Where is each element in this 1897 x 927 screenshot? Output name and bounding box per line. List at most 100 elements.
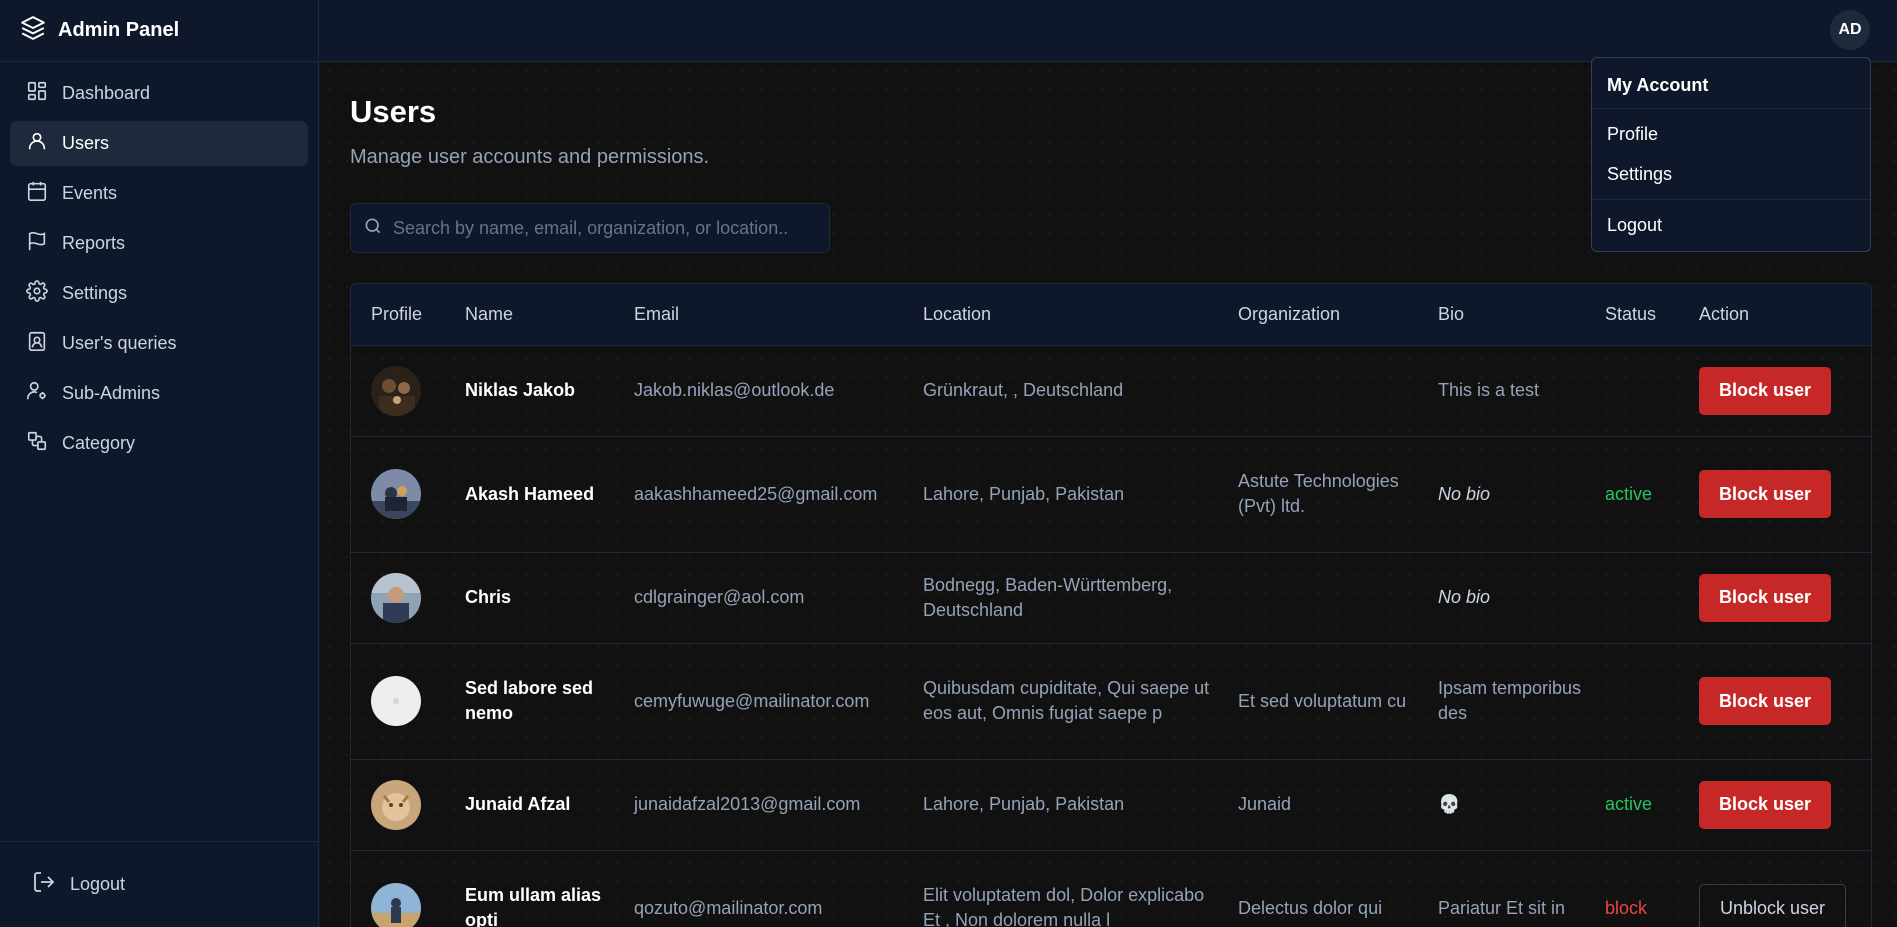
account-avatar-button[interactable]: AD xyxy=(1830,10,1870,50)
sidebar-item-label: Events xyxy=(62,183,118,203)
dropdown-header: My Account xyxy=(1592,58,1870,109)
user-organization: Junaid xyxy=(1238,794,1292,814)
sidebar-item-users[interactable]: Users xyxy=(10,121,308,166)
user-organization: Delectus dolor qui xyxy=(1238,897,1383,918)
user-organization xyxy=(1218,345,1418,436)
column-header-bio: Bio xyxy=(1438,303,1465,324)
sidebar-item-label: User's queries xyxy=(62,333,177,353)
action-cell: Block user xyxy=(1679,552,1871,643)
user-location: Quibusdam cupiditate, Qui saepe ut eos a… xyxy=(923,678,1210,723)
user-bio: Ipsam temporibus des xyxy=(1438,678,1582,723)
sidebar-item-label: Category xyxy=(62,433,136,453)
user-location: Bodnegg, Baden-Württemberg, Deutschland xyxy=(923,574,1173,620)
column-header-action: Action xyxy=(1699,303,1750,324)
menu-item-logout[interactable]: Logout xyxy=(1592,200,1870,250)
page-subtitle: Manage user accounts and permissions. xyxy=(350,146,710,168)
gear-icon xyxy=(26,280,48,307)
column-header-organization: Organization xyxy=(1238,303,1341,324)
user-bio: This is a test xyxy=(1438,380,1540,400)
user-bio: No bio xyxy=(1438,587,1491,607)
user-status: active xyxy=(1605,483,1653,504)
block-user-button[interactable]: Block user xyxy=(1699,366,1832,415)
contact-icon xyxy=(26,330,48,357)
sidebar-item-label: Settings xyxy=(62,283,128,303)
user-email: Jakob.niklas@outlook.de xyxy=(634,380,835,400)
sidebar-item-user-queries[interactable]: User's queries xyxy=(10,321,308,366)
block-user-button[interactable]: Block user xyxy=(1699,470,1832,518)
sidebar-item-category[interactable]: Category xyxy=(10,421,308,466)
brand[interactable]: Admin Panel xyxy=(0,0,318,62)
avatar[interactable] xyxy=(371,779,421,830)
user-cog-icon xyxy=(26,380,48,407)
topbar: AD xyxy=(320,0,1897,62)
flag-icon xyxy=(26,230,48,257)
action-cell: Block user xyxy=(1679,345,1871,436)
user-icon xyxy=(26,130,48,157)
avatar[interactable] xyxy=(371,365,421,416)
sidebar-item-reports[interactable]: Reports xyxy=(10,221,308,266)
block-user-button[interactable]: Block user xyxy=(1699,780,1832,829)
action-cell: Block user xyxy=(1679,643,1871,759)
user-email: aakashhameed25@gmail.com xyxy=(634,483,878,504)
sidebar-item-settings[interactable]: Settings xyxy=(10,271,308,316)
menu-item-settings[interactable]: Settings xyxy=(1592,154,1870,194)
user-name: Eum ullam alias opti xyxy=(465,885,602,927)
profile-cell xyxy=(351,643,445,759)
sidebar-item-events[interactable]: Events xyxy=(10,171,308,216)
user-email: qozuto@mailinator.com xyxy=(634,897,823,918)
sidebar-item-label: Reports xyxy=(62,233,126,253)
sidebar-item-label: Sub-Admins xyxy=(62,383,161,403)
user-name: Chris xyxy=(465,587,512,607)
menu-item-profile[interactable]: Profile xyxy=(1592,114,1870,154)
user-status: block xyxy=(1605,897,1648,918)
user-bio: Pariatur Et sit in xyxy=(1438,897,1566,918)
user-status xyxy=(1585,552,1679,643)
column-header-status: Status xyxy=(1605,303,1657,324)
user-status xyxy=(1585,345,1679,436)
user-organization: Et sed voluptatum cu xyxy=(1238,690,1407,711)
layers-icon xyxy=(20,15,46,46)
search-input[interactable] xyxy=(393,217,823,239)
sidebar-footer: Logout xyxy=(0,841,318,927)
action-cell: Unblock user xyxy=(1679,850,1871,927)
avatar[interactable] xyxy=(371,469,421,519)
users-table: Profile Name Email Location Organization… xyxy=(350,283,1872,927)
sidebar-item-label: Dashboard xyxy=(62,83,151,103)
table-header-row: Profile Name Email Location Organization… xyxy=(351,284,1871,345)
user-location: Elit voluptatem dol, Dolor explicabo Et … xyxy=(923,885,1205,927)
logout-label: Logout xyxy=(70,874,126,894)
user-status xyxy=(1585,643,1679,759)
sidebar-item-sub-admins[interactable]: Sub-Admins xyxy=(10,371,308,416)
profile-cell xyxy=(351,552,445,643)
user-name: Sed labore sed nemo xyxy=(465,678,594,723)
brand-title: Admin Panel xyxy=(58,19,180,41)
sidebar-logout-button[interactable]: Logout xyxy=(32,870,125,899)
avatar[interactable] xyxy=(371,572,421,623)
sidebar-item-dashboard[interactable]: Dashboard xyxy=(10,71,308,116)
user-location: Lahore, Punjab, Pakistan xyxy=(923,794,1125,814)
column-header-profile: Profile xyxy=(371,303,423,324)
block-user-button[interactable]: Block user xyxy=(1699,677,1832,725)
user-name: Junaid Afzal xyxy=(465,794,571,814)
avatar[interactable] xyxy=(371,676,421,726)
action-cell: Block user xyxy=(1679,436,1871,552)
profile-cell xyxy=(351,759,445,850)
column-header-name: Name xyxy=(465,303,514,324)
user-name: Akash Hameed xyxy=(465,483,595,504)
avatar[interactable] xyxy=(371,883,421,927)
sidebar-item-label: Users xyxy=(62,133,110,153)
user-organization: Astute Technologies (Pvt) ltd. xyxy=(1238,471,1399,516)
table-row: Sed labore sed nemo cemyfuwuge@mailinato… xyxy=(351,643,1871,759)
table-row: Eum ullam alias opti qozuto@mailinator.c… xyxy=(351,850,1871,927)
column-header-location: Location xyxy=(923,303,992,324)
action-cell: Block user xyxy=(1679,759,1871,850)
user-email: junaidafzal2013@gmail.com xyxy=(634,794,861,814)
dashboard-icon xyxy=(26,80,48,107)
column-header-email: Email xyxy=(634,303,680,324)
user-bio: 💀 xyxy=(1438,794,1461,814)
block-user-button[interactable]: Block user xyxy=(1699,573,1832,622)
table-row: Chris cdlgrainger@aol.com Bodnegg, Baden… xyxy=(351,552,1871,643)
shapes-icon xyxy=(26,430,48,457)
profile-cell xyxy=(351,345,445,436)
unblock-user-button[interactable]: Unblock user xyxy=(1699,884,1847,927)
